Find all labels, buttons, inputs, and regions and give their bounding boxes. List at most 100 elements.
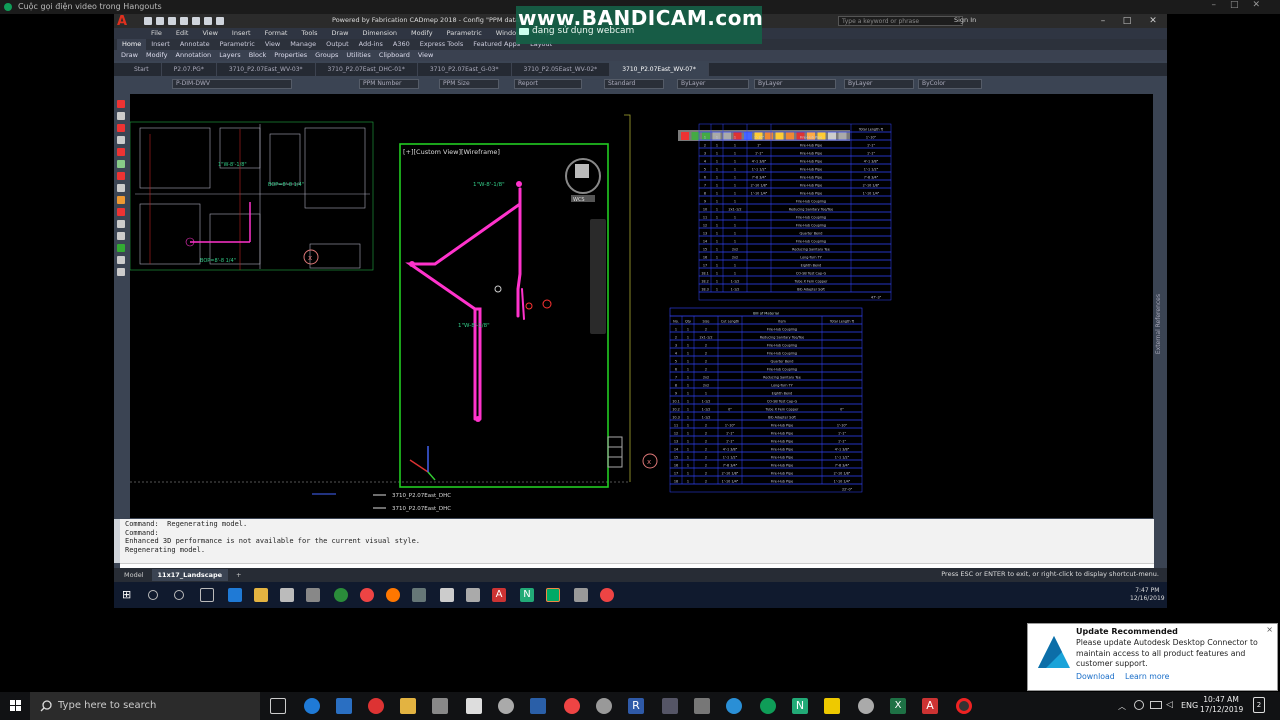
app-icon[interactable]	[336, 698, 352, 714]
remote-calculator-icon[interactable]	[440, 588, 454, 602]
ribbon-tab-home[interactable]: Home	[117, 39, 147, 50]
excel-icon[interactable]: X	[890, 698, 906, 714]
menu-parametric[interactable]: Parametric	[440, 28, 489, 39]
remote-app-icon[interactable]	[466, 588, 480, 602]
new-icon[interactable]	[144, 17, 152, 25]
app-icon[interactable]	[530, 698, 546, 714]
ribbon-tab-manage[interactable]: Manage	[285, 39, 321, 50]
hangouts-window-controls[interactable]: –□✕	[1194, 0, 1274, 14]
remote-search-icon[interactable]	[148, 590, 158, 600]
saveas-icon[interactable]	[180, 17, 188, 25]
scale-grip[interactable]	[607, 436, 623, 468]
tool-icon[interactable]	[117, 268, 125, 276]
menu-tools[interactable]: Tools	[294, 28, 324, 39]
tool-icon[interactable]	[117, 196, 125, 204]
remote-autocad-icon[interactable]: A	[492, 588, 506, 602]
remote-hangouts-icon[interactable]	[546, 588, 560, 602]
ppm-number-field[interactable]: PPM Number	[359, 79, 419, 89]
tool-icon[interactable]	[117, 136, 125, 144]
tool-icon[interactable]	[117, 208, 125, 216]
open-icon[interactable]	[156, 17, 164, 25]
app-icon[interactable]	[694, 698, 710, 714]
fabrication-tool-icon[interactable]	[723, 132, 731, 140]
fabrication-tool-icon[interactable]	[744, 132, 752, 140]
remote-chrome-icon[interactable]	[600, 588, 614, 602]
remote-start-icon[interactable]: ⊞	[122, 588, 136, 602]
fabrication-tool-icon[interactable]	[691, 132, 700, 140]
volume-icon[interactable]: ◁	[1166, 700, 1173, 710]
file-tab[interactable]: 3710_P2.07East_G-03*	[418, 63, 512, 76]
lineweight-select[interactable]: ByLayer	[844, 79, 914, 89]
style-select[interactable]: Standard	[604, 79, 664, 89]
app-icon[interactable]	[498, 698, 514, 714]
layout-tab[interactable]: Model	[118, 569, 150, 581]
fabrication-tool-icon[interactable]	[775, 132, 784, 140]
ribbon-tab-add-ins[interactable]: Add-ins	[354, 39, 388, 50]
panel-groups[interactable]: Groups	[311, 50, 342, 61]
drawing-canvas[interactable]: BOP=8'-8 1/4" BOP=8'-8 1/4" 1"W-8'-1/8" …	[130, 94, 1153, 518]
fabrication-tool-icon[interactable]	[681, 132, 689, 140]
tool-icon[interactable]	[117, 232, 125, 240]
file-tab[interactable]: 3710_P2.07East_WV-07*	[610, 63, 709, 76]
sign-in-button[interactable]: Sign In	[954, 16, 976, 24]
file-tab[interactable]: P2.07.PG*	[162, 63, 217, 76]
ppm-size-field[interactable]: PPM Size	[439, 79, 499, 89]
undo-icon[interactable]	[204, 17, 212, 25]
layer-select[interactable]: P-DIM-DWV	[172, 79, 292, 89]
panel-modify[interactable]: Modify	[142, 50, 172, 61]
menu-modify[interactable]: Modify	[404, 28, 440, 39]
report-select[interactable]: Report	[514, 79, 582, 89]
redo-icon[interactable]	[216, 17, 224, 25]
file-tab[interactable]: 3710_P2.05East_WV-02*	[512, 63, 611, 76]
ribbon-tab-view[interactable]: View	[260, 39, 285, 50]
panel-properties[interactable]: Properties	[270, 50, 311, 61]
remote-app-icon[interactable]	[412, 588, 426, 602]
ribbon-tab-express-tools[interactable]: Express Tools	[415, 39, 468, 50]
fabrication-tool-icon[interactable]	[765, 132, 773, 140]
menu-format[interactable]: Format	[258, 28, 295, 39]
bandicam-record-icon[interactable]	[956, 698, 972, 714]
tool-icon[interactable]	[117, 184, 125, 192]
file-tab[interactable]: 3710_P2.07East_DHC-01*	[316, 63, 418, 76]
hangouts-icon[interactable]	[760, 698, 776, 714]
app-icon[interactable]	[662, 698, 678, 714]
tool-icon[interactable]	[117, 244, 125, 252]
app-icon[interactable]	[368, 698, 384, 714]
remote-taskview-icon[interactable]	[200, 588, 214, 602]
color-select[interactable]: ByLayer	[677, 79, 749, 89]
print-icon[interactable]	[192, 17, 200, 25]
viewport-label[interactable]: [+][Custom View][Wireframe]	[403, 148, 500, 156]
start-button[interactable]	[0, 692, 30, 720]
tool-icon[interactable]	[117, 148, 125, 156]
linetype-select[interactable]: ByLayer	[754, 79, 836, 89]
remote-app-icon[interactable]	[306, 588, 320, 602]
revit-icon[interactable]: R	[628, 698, 644, 714]
tool-icon[interactable]	[117, 124, 125, 132]
external-references-palette[interactable]: External References	[1155, 294, 1162, 354]
maximize-button[interactable]: □	[1116, 14, 1138, 28]
autocad-logo-icon[interactable]: A	[117, 15, 131, 28]
tool-icon[interactable]	[117, 172, 125, 180]
layout-tab[interactable]: +	[230, 569, 247, 581]
app-icon[interactable]	[824, 698, 840, 714]
remote-navisworks-icon[interactable]: N	[520, 588, 534, 602]
task-view-icon[interactable]	[270, 698, 286, 714]
panel-layers[interactable]: Layers	[215, 50, 245, 61]
app-icon[interactable]	[858, 698, 874, 714]
learn-more-link[interactable]: Learn more	[1125, 672, 1169, 681]
store-icon[interactable]	[432, 698, 448, 714]
navisworks-icon[interactable]: N	[792, 698, 808, 714]
tool-icon[interactable]	[117, 112, 125, 120]
panel-annotation[interactable]: Annotation	[172, 50, 216, 61]
minimize-button[interactable]: –	[1092, 14, 1114, 28]
language-indicator[interactable]: ENG	[1181, 701, 1198, 710]
ribbon-tab-insert[interactable]: Insert	[146, 39, 175, 50]
remote-firefox-icon[interactable]	[386, 588, 400, 602]
tool-icon[interactable]	[117, 256, 125, 264]
remote-edge-icon[interactable]	[228, 588, 242, 602]
file-tab[interactable]: Start	[122, 63, 162, 76]
remote-explorer-icon[interactable]	[254, 588, 268, 602]
ribbon-tab-parametric[interactable]: Parametric	[215, 39, 260, 50]
fabrication-tool-icon[interactable]	[828, 132, 836, 140]
panel-utilities[interactable]: Utilities	[342, 50, 374, 61]
